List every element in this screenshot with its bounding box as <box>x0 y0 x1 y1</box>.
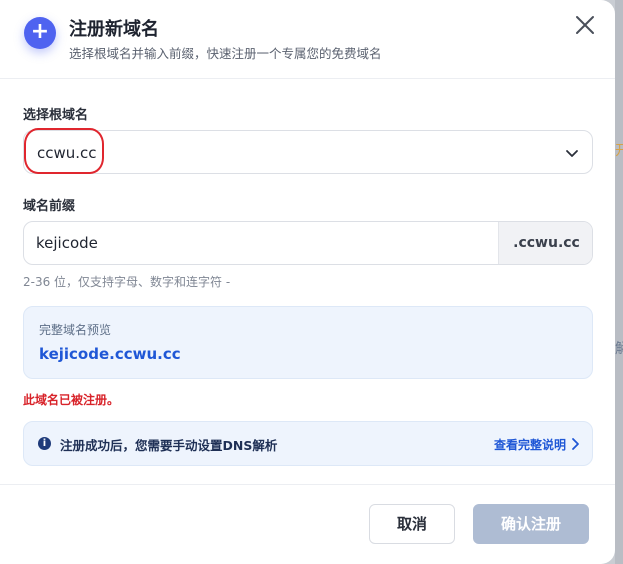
root-domain-label: 选择根域名 <box>23 108 89 123</box>
prefix-label: 域名前缀 <box>23 199 76 214</box>
close-icon-graphic <box>576 16 594 34</box>
domain-suffix: .ccwu.cc <box>498 222 592 264</box>
domain-preview-box: 完整域名预览 kejicode.ccwu.cc <box>23 306 593 379</box>
dns-info-banner: i 注册成功后，您需要手动设置DNS解析 查看完整说明 <box>23 421 593 466</box>
prefix-input-group: .ccwu.cc <box>23 221 593 265</box>
preview-value: kejicode.ccwu.cc <box>39 345 181 363</box>
dialog-title: 注册新域名 <box>69 19 159 40</box>
preview-label: 完整域名预览 <box>39 323 112 337</box>
chevron-down-icon <box>566 150 578 157</box>
backdrop <box>615 0 623 564</box>
close-icon[interactable] <box>572 12 598 38</box>
info-icon: i <box>38 437 51 450</box>
footer-divider <box>0 484 615 485</box>
backdrop-glyph: 开 <box>615 143 623 159</box>
prefix-input[interactable] <box>24 222 498 264</box>
prefix-hint: 2-36 位，仅支持字母、数字和连字符 - <box>23 275 231 289</box>
highlight-annotation <box>24 128 104 174</box>
plus-icon: + <box>24 17 56 49</box>
info-text: 注册成功后，您需要手动设置DNS解析 <box>60 438 278 453</box>
register-domain-dialog: + 注册新域名 选择根域名并输入前缀，快速注册一个专属您的免费域名 选择根域名 … <box>0 0 615 564</box>
dialog-subtitle: 选择根域名并输入前缀，快速注册一个专属您的免费域名 <box>69 46 382 61</box>
error-message: 此域名已被注册。 <box>23 393 120 407</box>
chevron-right-icon[interactable] <box>570 437 580 451</box>
cancel-button[interactable]: 取消 <box>369 504 455 544</box>
dialog-header: + 注册新域名 选择根域名并输入前缀，快速注册一个专属您的免费域名 <box>0 0 615 79</box>
confirm-register-button[interactable]: 确认注册 <box>473 504 589 544</box>
view-docs-link[interactable]: 查看完整说明 <box>494 436 566 453</box>
backdrop-glyph: 解 <box>615 341 623 357</box>
root-domain-select[interactable]: ccwu.cc <box>23 128 593 174</box>
